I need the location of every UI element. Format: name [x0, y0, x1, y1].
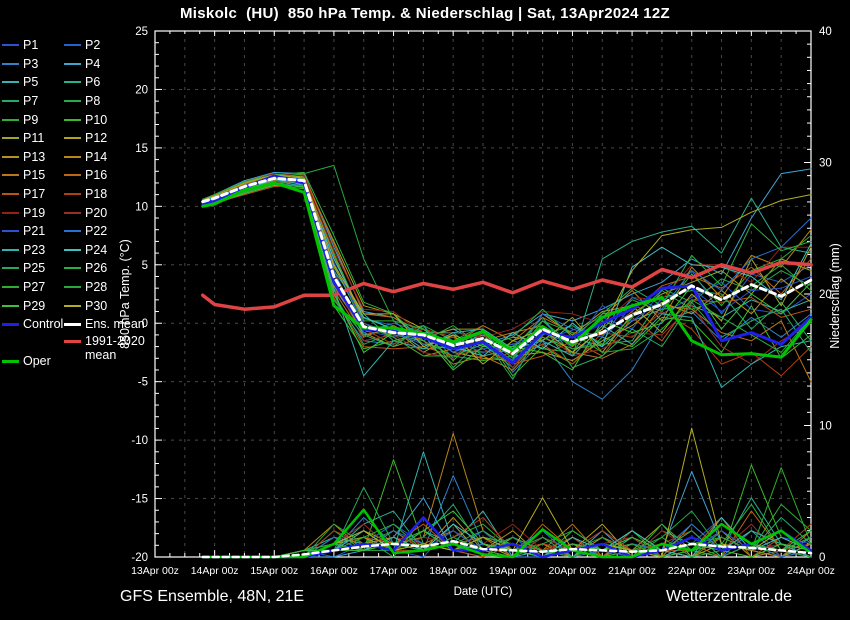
- footer-model-info: GFS Ensemble, 48N, 21E: [120, 588, 304, 606]
- footer-branding: Wetterzentrale.de: [666, 588, 792, 606]
- x-tick-label: 19Apr 00z: [489, 565, 537, 577]
- x-tick-label: 22Apr 00z: [668, 565, 716, 577]
- x-tick-label: 16Apr 00z: [310, 565, 358, 577]
- x-tick-label: 20Apr 00z: [549, 565, 597, 577]
- left-tick-label: 15: [135, 143, 148, 155]
- series-P19-temp: [203, 174, 811, 338]
- x-tick-label: 24Apr 00z: [787, 565, 835, 577]
- x-tick-label: 18Apr 00z: [429, 565, 477, 577]
- right-tick-label: 30: [819, 158, 832, 170]
- right-tick-label: 0: [819, 552, 825, 564]
- x-tick-label: 13Apr 00z: [131, 565, 179, 577]
- x-tick-label: 17Apr 00z: [370, 565, 418, 577]
- series-P4-temp: [203, 169, 811, 344]
- left-tick-label: 5: [142, 260, 148, 272]
- left-tick-label: 0: [142, 318, 148, 330]
- meteogram-plot: 2520151050-5-10-15-2040302010013Apr 00z1…: [0, 0, 850, 620]
- left-tick-label: 25: [135, 26, 148, 38]
- meteogram-app: Miskolc (HU) 850 hPa Temp. & Niederschla…: [0, 0, 850, 620]
- series-P26-temp: [203, 172, 811, 346]
- right-tick-label: 10: [819, 421, 832, 433]
- left-tick-label: 10: [135, 201, 148, 213]
- right-axis-label: Niederschlag (mm): [828, 243, 842, 349]
- x-tick-label: 15Apr 00z: [250, 565, 298, 577]
- x-tick-label: 21Apr 00z: [608, 565, 656, 577]
- series-P28-temp: [203, 165, 811, 358]
- series-P30-precip: [203, 428, 811, 557]
- left-tick-label: -5: [138, 377, 148, 389]
- left-tick-label: -20: [131, 552, 148, 564]
- chart-layer: 2520151050-5-10-15-2040302010013Apr 00z1…: [131, 26, 835, 577]
- left-axis-label: 850 hPa Temp. (°C): [118, 239, 132, 349]
- left-tick-label: -10: [131, 435, 148, 447]
- series-P29-temp: [203, 185, 811, 370]
- left-tick-label: -15: [131, 494, 148, 506]
- x-tick-label: 14Apr 00z: [191, 565, 239, 577]
- series-P22-temp: [203, 177, 811, 361]
- left-tick-label: 20: [135, 84, 148, 96]
- right-tick-label: 40: [819, 26, 832, 38]
- series-control-temp: [203, 176, 811, 363]
- x-tick-label: 23Apr 00z: [727, 565, 775, 577]
